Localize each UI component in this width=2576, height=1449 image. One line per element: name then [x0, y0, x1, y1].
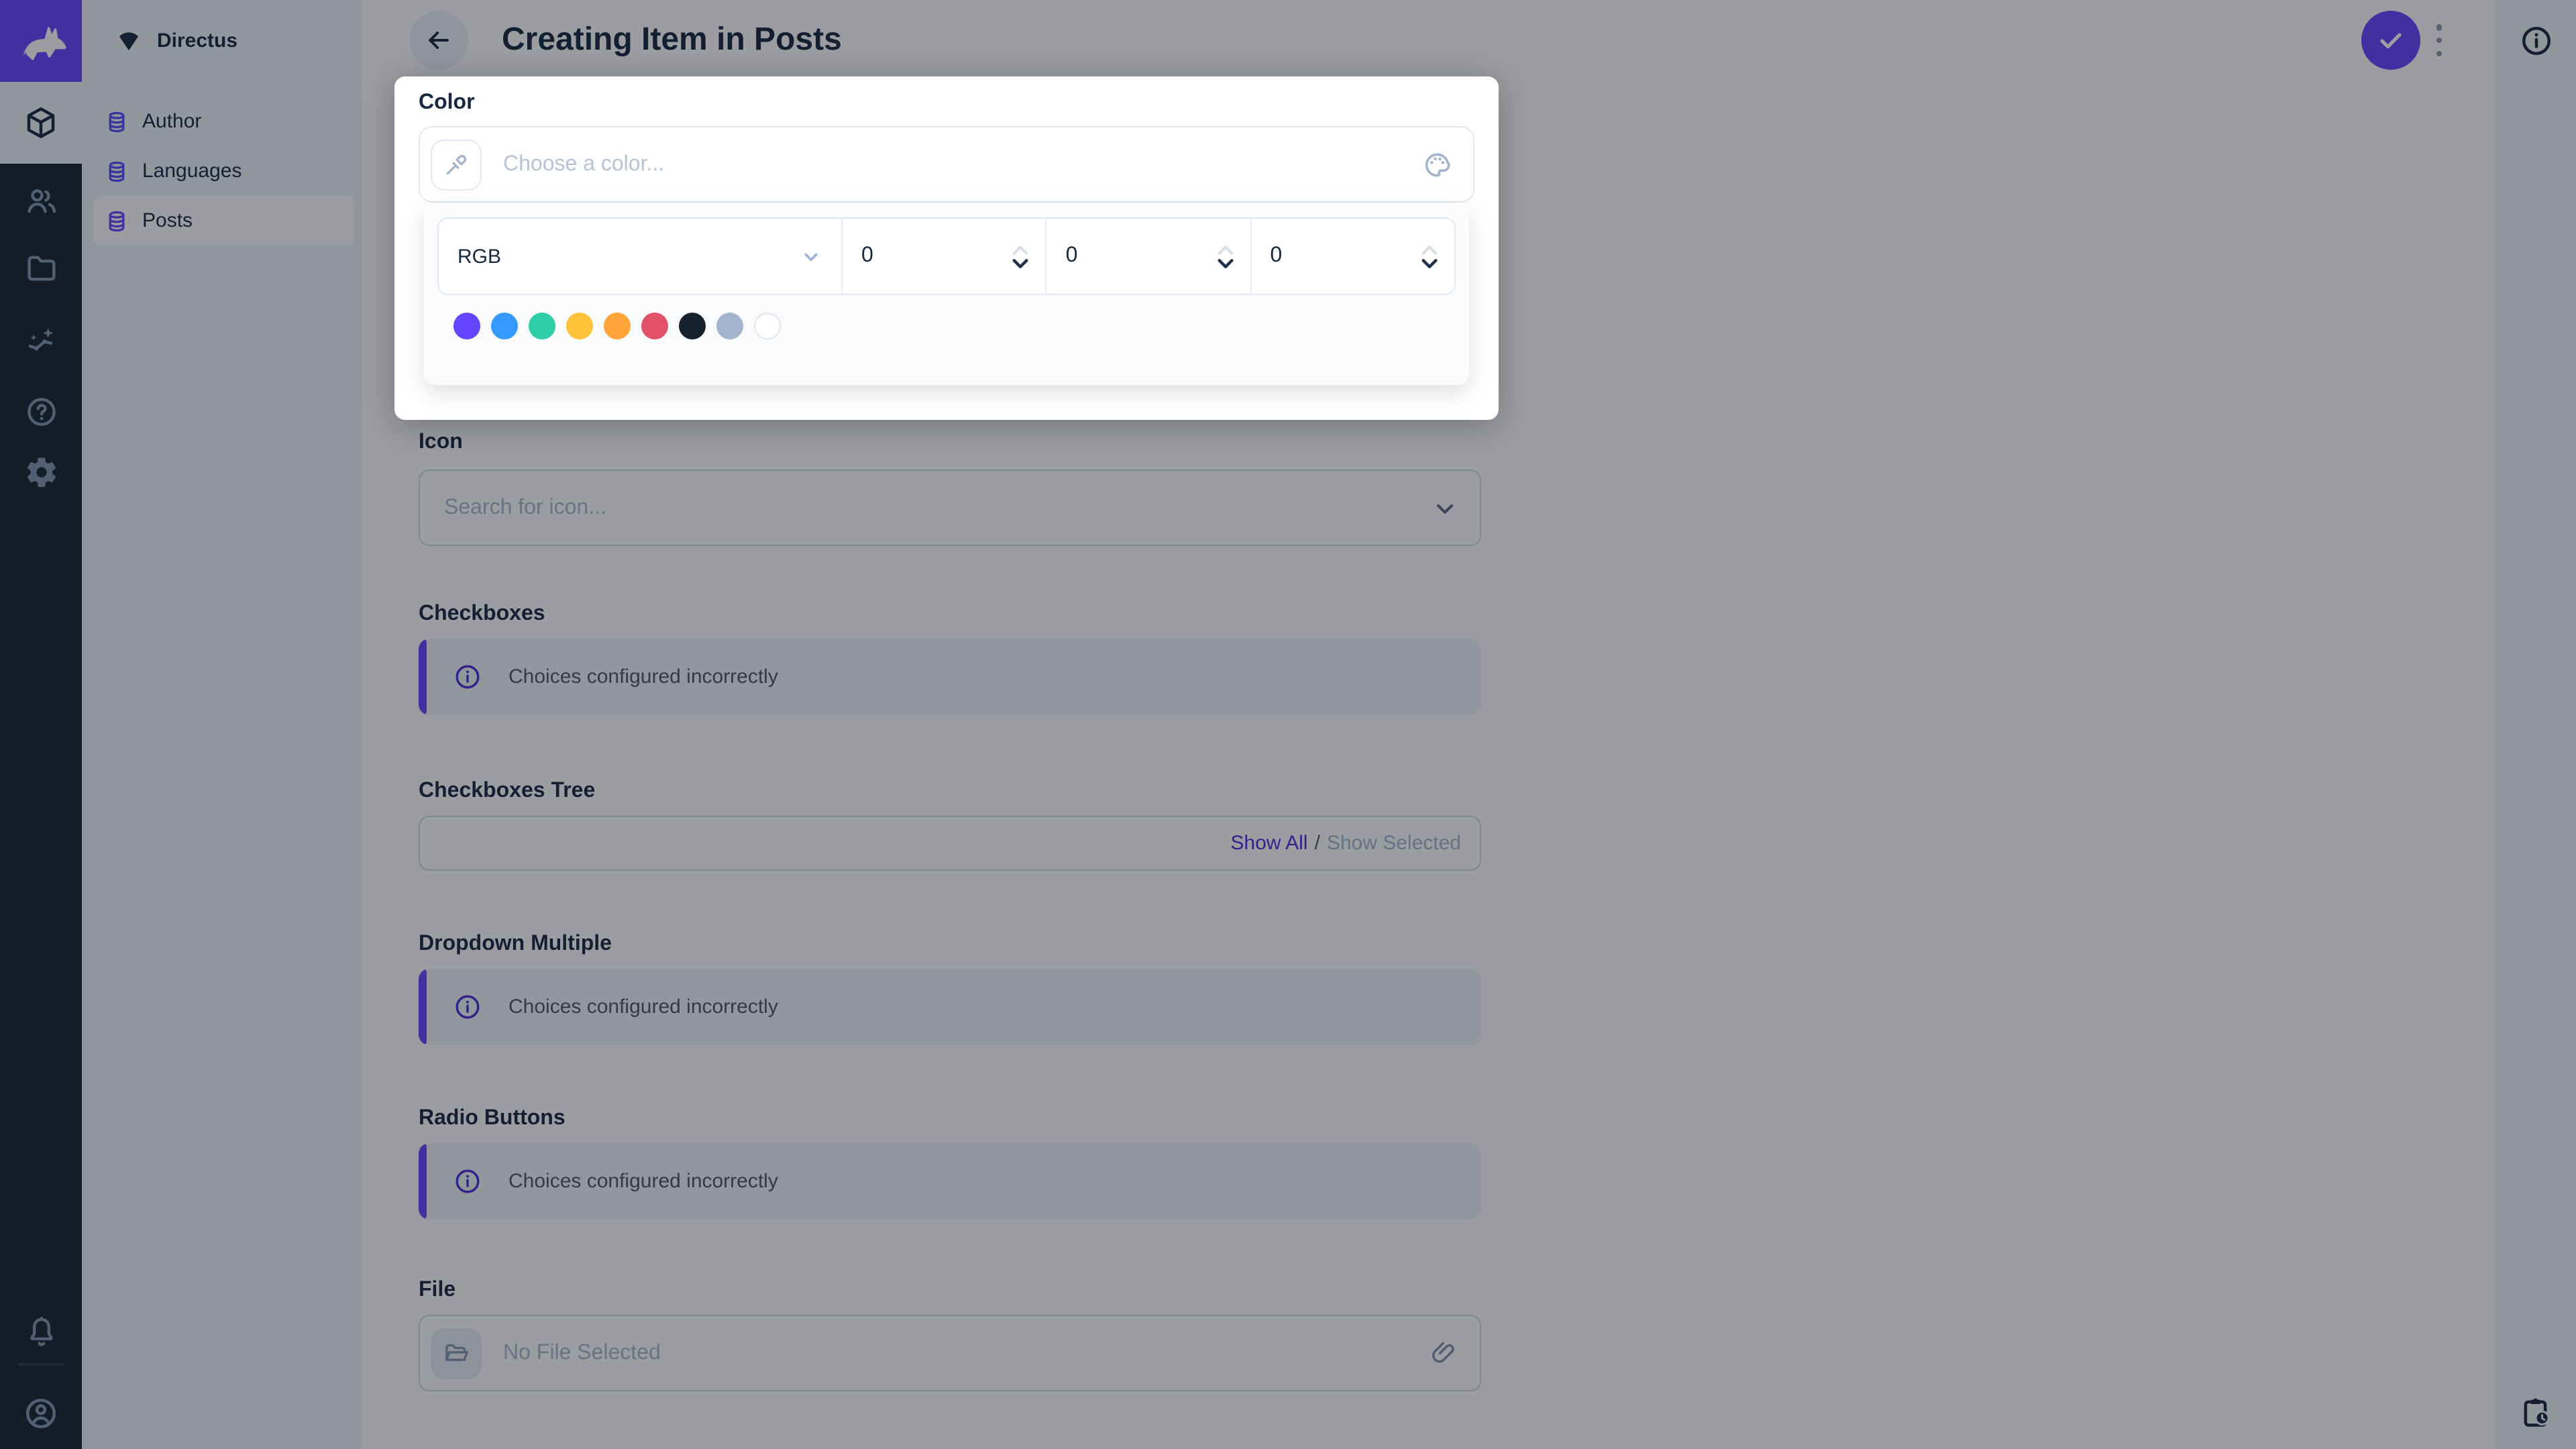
chevron-up-icon[interactable] [1421, 244, 1438, 256]
color-picker-popup: Color Choose a color... RGB 0 0 0 [394, 76, 1499, 420]
color-swatch[interactable] [453, 313, 480, 339]
color-input[interactable]: Choose a color... [419, 126, 1474, 203]
green-value-input[interactable]: 0 [1047, 219, 1252, 294]
eyedropper-icon [446, 154, 467, 174]
swatch-row [453, 313, 1469, 339]
color-swatch[interactable] [529, 313, 555, 339]
color-swatch[interactable] [641, 313, 668, 339]
red-value-input[interactable]: 0 [843, 219, 1047, 294]
chevron-up-icon[interactable] [1216, 244, 1234, 256]
green-stepper[interactable] [1216, 244, 1234, 269]
color-picker-panel: RGB 0 0 0 [424, 203, 1469, 385]
chevron-down-icon[interactable] [1012, 257, 1030, 269]
app-screen: Directus Author Languages Posts Creating… [0, 0, 2576, 1449]
color-swatch[interactable] [679, 313, 706, 339]
blue-stepper[interactable] [1421, 244, 1438, 269]
color-swatch[interactable] [754, 313, 781, 339]
chevron-up-icon[interactable] [1012, 244, 1030, 256]
green-value: 0 [1065, 244, 1078, 267]
color-swatch[interactable] [716, 313, 743, 339]
blue-value: 0 [1270, 244, 1283, 267]
chevron-down-icon [800, 245, 822, 268]
red-value: 0 [861, 244, 873, 267]
color-swatch[interactable] [604, 313, 631, 339]
color-mode-select[interactable]: RGB [439, 219, 843, 294]
color-input-placeholder: Choose a color... [503, 152, 665, 175]
chevron-down-icon[interactable] [1421, 257, 1438, 269]
red-stepper[interactable] [1012, 244, 1030, 269]
color-field-label: Color [419, 91, 475, 114]
color-swatch[interactable] [566, 313, 593, 339]
color-mode-value: RGB [458, 245, 502, 268]
blue-value-input[interactable]: 0 [1251, 219, 1454, 294]
color-swatch[interactable] [491, 313, 518, 339]
color-mode-row: RGB 0 0 0 [437, 217, 1456, 295]
chevron-down-icon[interactable] [1216, 257, 1234, 269]
eyedropper-button[interactable] [431, 139, 482, 190]
palette-icon[interactable] [1422, 150, 1452, 179]
